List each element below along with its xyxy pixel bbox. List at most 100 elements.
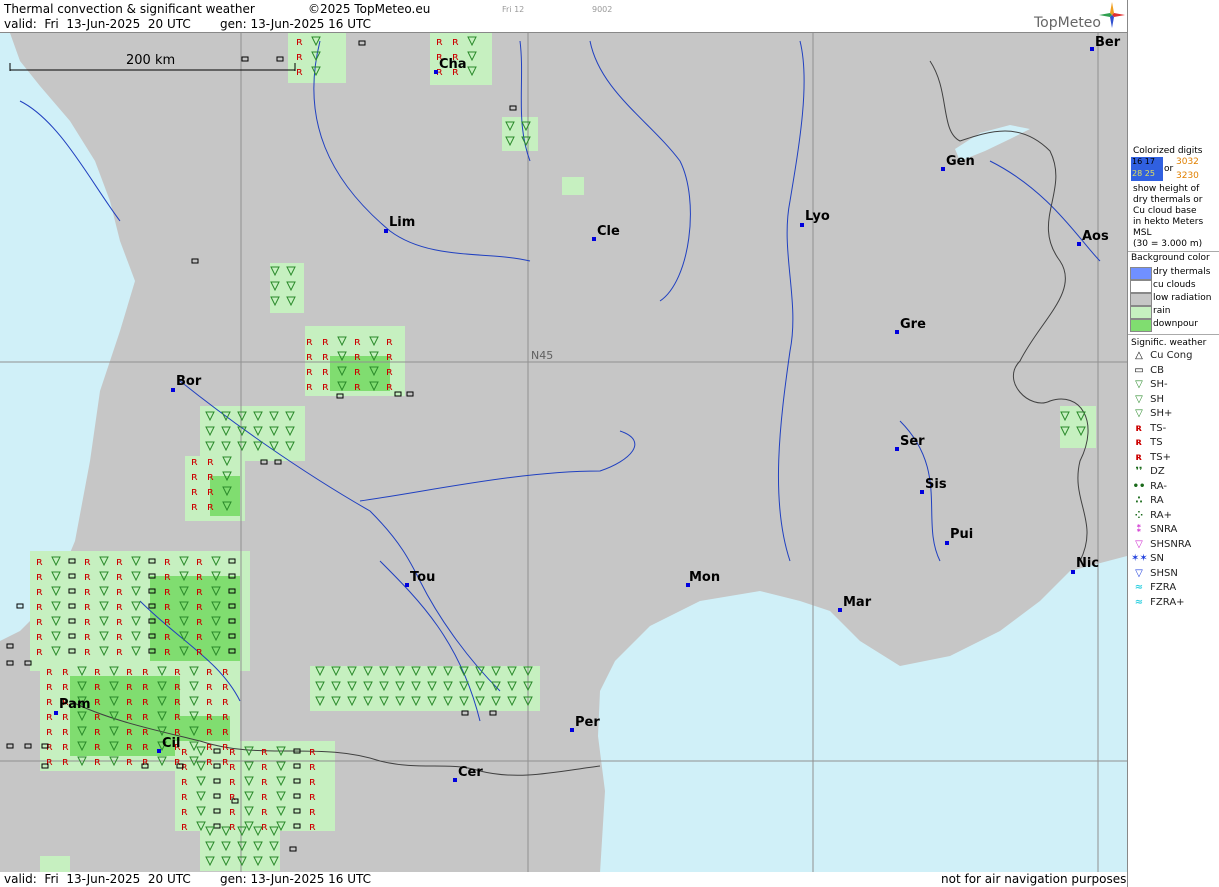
city-label: Bor: [176, 374, 202, 389]
bg-legend-label: dry thermals: [1153, 267, 1211, 277]
thunderstorm-symbol: ʀ: [84, 645, 91, 658]
digits-sample-d: 3230: [1176, 171, 1199, 181]
thunderstorm-symbol: ʀ: [94, 680, 101, 693]
city-label: Tou: [410, 570, 436, 585]
weather-legend-label: TS+: [1147, 451, 1172, 463]
digits-sample-swatch: 16 17 28 25: [1131, 157, 1163, 181]
weather-legend-label: CB: [1147, 364, 1165, 376]
snow-icon: ✶✶: [1131, 553, 1148, 564]
thunderstorm-symbol: ʀ: [36, 570, 43, 583]
weather-legend-item: ▽ SH+: [1131, 408, 1217, 419]
thunderstorm-symbol: ʀ: [142, 680, 149, 693]
city-label: Mar: [843, 595, 872, 610]
thunderstorm-symbol: ʀ: [306, 365, 313, 378]
weather-legend-item: ≈ FZRA: [1131, 582, 1217, 593]
compass-logo-icon: [1099, 2, 1125, 28]
weather-legend-label: FZRA+: [1147, 596, 1185, 608]
cu-clouds-swatch: [1130, 280, 1152, 293]
city-label: Cle: [597, 224, 620, 239]
thunderstorm-symbol: ʀ: [126, 680, 133, 693]
weather-map[interactable]: ʀʀʀʀʀʀʀʀʀʀʀʀʀʀʀʀʀʀʀʀʀʀʀʀʀʀʀʀʀʀʀʀʀʀʀʀʀʀʀʀ…: [0, 32, 1127, 874]
digits-or: or: [1164, 164, 1174, 174]
city-marker: [453, 778, 457, 782]
topmeteo-logo: TopMeteo: [1034, 15, 1101, 31]
weather-legend-label: SH+: [1147, 408, 1173, 419]
city-marker: [405, 583, 409, 587]
thunderstorm-symbol: ʀ: [36, 645, 43, 658]
city-marker: [1090, 47, 1094, 51]
bg-legend-label: downpour: [1153, 319, 1198, 329]
thunderstorm-symbol: ʀ: [222, 755, 229, 768]
weather-legend-label: Cu Cong: [1147, 350, 1193, 361]
thunderstorm-symbol: ʀ: [94, 710, 101, 723]
thunderstorm-symbol: ʀ: [306, 380, 313, 393]
thunderstorm-symbol: ʀ: [296, 50, 303, 63]
thunderstorm-symbol: ʀ: [196, 570, 203, 583]
thunderstorm-symbol: ʀ: [164, 570, 171, 583]
thunderstorm-symbol: ʀ: [46, 680, 53, 693]
disclaimer: not for air navigation purposes: [941, 872, 1127, 886]
weather-legend-label: SN: [1147, 553, 1165, 564]
digits-text: in hekto Meters: [1133, 217, 1204, 227]
thunderstorm-symbol: ʀ: [196, 600, 203, 613]
cb-symbol: [489, 710, 497, 716]
thunderstorm-symbol: ʀ: [222, 710, 229, 723]
thunderstorm-symbol: ʀ: [46, 710, 53, 723]
thunderstorm-icon: ʀ: [1135, 437, 1143, 448]
thunderstorm-symbol: ʀ: [196, 645, 203, 658]
city-marker: [171, 388, 175, 392]
thunderstorm-symbol: ʀ: [309, 775, 316, 788]
city-marker: [838, 608, 842, 612]
thunderstorm-symbol: ʀ: [84, 555, 91, 568]
thunderstorm-symbol: ʀ: [174, 665, 181, 678]
weather-legend-item: △ Cu Cong: [1131, 350, 1217, 361]
thunderstorm-symbol: ʀ: [46, 755, 53, 768]
weather-legend-label: RA: [1147, 495, 1164, 506]
thunderstorm-symbol: ʀ: [46, 725, 53, 738]
thunderstorm-symbol: ʀ: [191, 455, 198, 468]
weather-legend-label: SNRA: [1147, 524, 1178, 535]
weather-legend-item: ▭ CB: [1131, 365, 1217, 376]
thunderstorm-symbol: ʀ: [62, 665, 69, 678]
thunderstorm-symbol: ʀ: [174, 695, 181, 708]
thunderstorm-symbol: ʀ: [229, 775, 236, 788]
valid-time: valid: Fri 13-Jun-2025 20 UTC: [4, 17, 191, 31]
weather-legend-label: RA+: [1147, 509, 1172, 521]
cb-symbol: [24, 743, 32, 749]
thunderstorm-symbol: ʀ: [126, 740, 133, 753]
cb-symbol: [509, 105, 517, 111]
thunderstorm-symbol: ʀ: [164, 585, 171, 598]
thunderstorm-symbol: ʀ: [222, 665, 229, 678]
cb-symbol: [6, 743, 14, 749]
thunderstorm-symbol: ʀ: [386, 335, 393, 348]
thunderstorm-symbol: ʀ: [206, 755, 213, 768]
city-marker: [920, 490, 924, 494]
weather-legend-item: ∴ RA: [1131, 495, 1217, 506]
drizzle-icon: ❜❜: [1135, 466, 1143, 477]
thunderstorm-symbol: ʀ: [126, 695, 133, 708]
shower-icon: ▽: [1135, 393, 1143, 405]
weather-legend-label: SHSNRA: [1147, 538, 1192, 550]
thunderstorm-symbol: ʀ: [84, 570, 91, 583]
thunderstorm-symbol: ʀ: [386, 380, 393, 393]
shower-light-icon: ▽: [1135, 379, 1143, 390]
thunderstorm-symbol: ʀ: [126, 755, 133, 768]
thunderstorm-symbol: ʀ: [261, 745, 268, 758]
dry-thermals-swatch: [1130, 267, 1152, 280]
weather-legend-item: ⁘ RA+: [1131, 510, 1217, 521]
thunderstorm-symbol: ʀ: [322, 350, 329, 363]
freezing-rain-heavy-icon: ≈: [1134, 596, 1144, 608]
weather-legend-item: ▽ SHSNRA: [1131, 539, 1217, 550]
thunderstorm-symbol: ʀ: [62, 740, 69, 753]
copyright: ©2025 TopMeteo.eu: [308, 2, 431, 16]
weather-legend-item: ❜❜ DZ: [1131, 466, 1217, 477]
city-label: Lyo: [805, 209, 830, 224]
city-label: Lim: [389, 215, 416, 230]
digits-text: MSL: [1133, 228, 1152, 238]
thunderstorm-heavy-icon: ʀ: [1135, 451, 1143, 463]
weather-legend-label: FZRA: [1147, 582, 1177, 593]
thunderstorm-symbol: ʀ: [206, 680, 213, 693]
thunderstorm-symbol: ʀ: [46, 695, 53, 708]
thunderstorm-symbol: ʀ: [94, 725, 101, 738]
thunderstorm-symbol: ʀ: [174, 710, 181, 723]
